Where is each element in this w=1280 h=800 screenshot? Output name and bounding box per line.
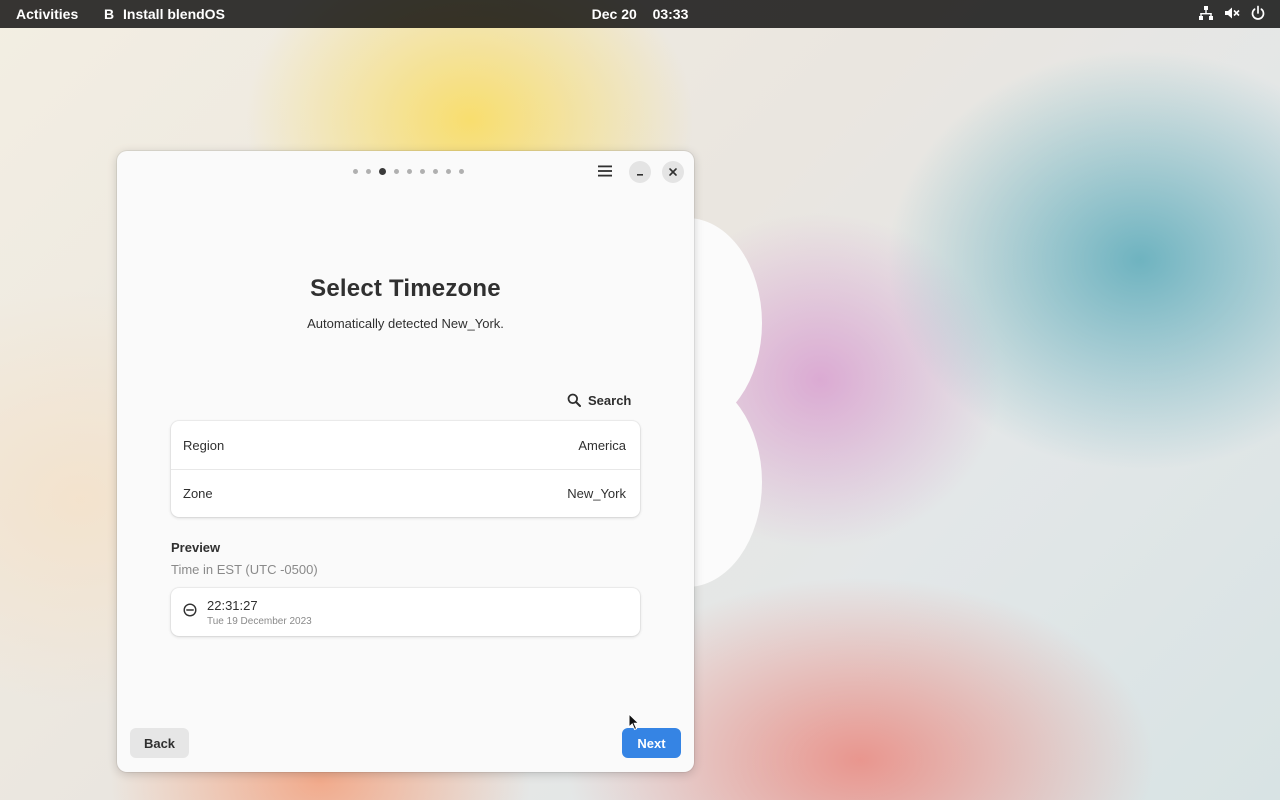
- step-dot: [459, 169, 464, 174]
- step-dot: [366, 169, 371, 174]
- search-button[interactable]: Search: [567, 389, 631, 411]
- system-status-area[interactable]: [1198, 5, 1266, 21]
- step-dot: [394, 169, 399, 174]
- search-label: Search: [588, 392, 632, 408]
- page-title: Select Timezone: [310, 275, 501, 302]
- main-menu-button[interactable]: [593, 160, 617, 182]
- clock-date: Dec 20: [591, 6, 637, 22]
- mouse-cursor-icon: [628, 712, 640, 736]
- preview-subheading: Time in EST (UTC -0500): [171, 562, 318, 577]
- zone-value: New_York: [567, 486, 626, 501]
- preview-card: 22:31:27 Tue 19 December 2023: [171, 588, 640, 636]
- minimize-button[interactable]: [629, 161, 651, 183]
- clock[interactable]: Dec 20 03:33: [0, 6, 1280, 22]
- hamburger-menu-icon: [598, 165, 612, 177]
- search-icon: [567, 393, 581, 407]
- step-dot: [407, 169, 412, 174]
- region-row[interactable]: Region America: [171, 421, 640, 469]
- preview-time: 22:31:27: [207, 597, 258, 613]
- region-label: Region: [183, 437, 225, 453]
- region-value: America: [578, 437, 626, 453]
- preview-text: 22:31:27 Tue 19 December 2023: [207, 598, 312, 627]
- volume-muted-icon: [1224, 5, 1240, 21]
- top-bar: Activities B Install blendOS Dec 20 03:3…: [0, 0, 1280, 28]
- page-subtitle: Automatically detected New_York.: [307, 316, 504, 331]
- step-dot-active: [379, 168, 386, 175]
- zone-label: Zone: [183, 486, 213, 501]
- timezone-card: Region America Zone New_York: [171, 421, 640, 517]
- close-button[interactable]: [662, 161, 684, 183]
- installer-window: Select Timezone Automatically detected N…: [117, 151, 694, 772]
- clock-icon: [183, 602, 197, 622]
- preview-row: 22:31:27 Tue 19 December 2023: [183, 588, 312, 636]
- clock-time: 03:33: [652, 6, 689, 22]
- step-dot: [353, 169, 358, 174]
- step-indicator: [353, 168, 464, 175]
- preview-heading: Preview: [171, 540, 221, 555]
- network-icon: [1198, 5, 1214, 21]
- zone-row[interactable]: Zone New_York: [171, 469, 640, 517]
- step-dot: [433, 169, 438, 174]
- minimize-icon: [637, 174, 643, 176]
- step-dot: [420, 169, 425, 174]
- power-icon: [1250, 5, 1266, 21]
- preview-date: Tue 19 December 2023: [207, 615, 312, 627]
- back-button[interactable]: Back: [130, 728, 189, 758]
- step-dot: [446, 169, 451, 174]
- close-icon: [669, 168, 677, 176]
